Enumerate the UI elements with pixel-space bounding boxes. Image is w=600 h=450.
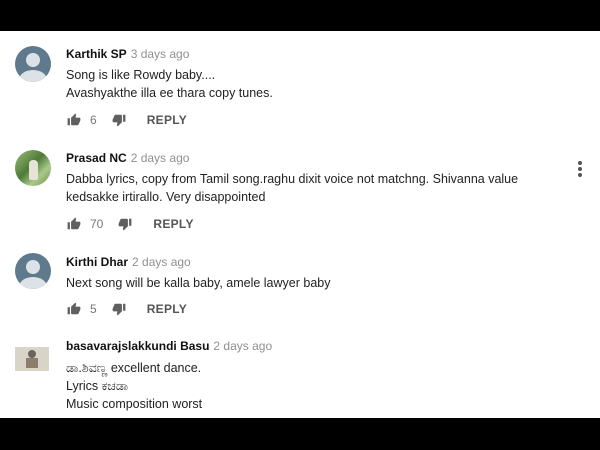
comment-actions: 5 REPLY xyxy=(66,299,187,319)
like-count: 70 xyxy=(90,217,104,231)
comment-header: basavarajslakkundi Basu 2 days ago xyxy=(66,339,272,353)
comment-header: Karthik SP 3 days ago xyxy=(66,47,189,61)
author-name[interactable]: basavarajslakkundi Basu xyxy=(66,339,209,353)
reply-button[interactable]: REPLY xyxy=(153,217,193,231)
avatar-photo-figure xyxy=(29,160,38,180)
comment-line: Avashyakthe illa ee thara copy tunes. xyxy=(66,86,273,100)
timestamp[interactable]: 2 days ago xyxy=(213,339,272,353)
thumbs-down-icon[interactable] xyxy=(117,217,133,231)
avatar-body-shape xyxy=(19,70,47,82)
comment-line: Song is like Rowdy baby.... xyxy=(66,68,216,82)
reply-button[interactable]: REPLY xyxy=(147,302,187,316)
author-name[interactable]: Prasad NC xyxy=(66,151,127,165)
comment-header: Kirthi Dhar 2 days ago xyxy=(66,255,191,269)
like-count: 6 xyxy=(90,113,97,127)
more-vert-icon[interactable] xyxy=(577,161,583,179)
comments-section: Karthik SP 3 days ago Song is like Rowdy … xyxy=(0,31,600,418)
comment-line: Lyrics ಕಚಡಾ xyxy=(66,379,129,393)
top-letterbox-bar xyxy=(0,0,600,31)
thumbs-up-icon[interactable] xyxy=(66,217,82,231)
avatar-head-shape xyxy=(26,260,40,274)
avatar-photo-head xyxy=(28,350,36,358)
timestamp[interactable]: 2 days ago xyxy=(131,151,190,165)
avatar[interactable] xyxy=(15,347,49,371)
avatar-photo-body xyxy=(26,358,38,368)
thumbs-down-icon[interactable] xyxy=(111,113,127,127)
avatar[interactable] xyxy=(15,150,51,186)
like-count: 5 xyxy=(90,302,97,316)
comment-line: Next song will be kalla baby, amele lawy… xyxy=(66,276,331,290)
author-name[interactable]: Karthik SP xyxy=(66,47,127,61)
reply-button[interactable]: REPLY xyxy=(147,113,187,127)
thumbs-down-icon[interactable] xyxy=(111,302,127,316)
avatar-head-shape xyxy=(26,53,40,67)
avatar[interactable] xyxy=(15,46,51,82)
bottom-letterbox-bar xyxy=(0,418,600,450)
comment-text: Next song will be kalla baby, amele lawy… xyxy=(66,274,330,292)
thumbs-up-icon[interactable] xyxy=(66,113,82,127)
comment-actions: 6 REPLY xyxy=(66,110,187,130)
comment-line: Dabba lyrics, copy from Tamil song.raghu… xyxy=(66,172,519,186)
author-name[interactable]: Kirthi Dhar xyxy=(66,255,128,269)
comment-line: Music composition worst xyxy=(66,397,203,411)
comment-line: ಡಾ.ಶಿವಣ್ಣ excellent dance. xyxy=(66,361,202,375)
timestamp[interactable]: 3 days ago xyxy=(131,47,190,61)
comment-text: ಡಾ.ಶಿವಣ್ಣ excellent dance. Lyrics ಕಚಡಾ M… xyxy=(66,359,202,413)
avatar-body-shape xyxy=(19,277,47,289)
timestamp[interactable]: 2 days ago xyxy=(132,255,191,269)
comment-line: kedsakke irtirallo. Very disappointed xyxy=(66,190,266,204)
comment-header: Prasad NC 2 days ago xyxy=(66,151,189,165)
comment-text: Dabba lyrics, copy from Tamil song.raghu… xyxy=(66,170,518,206)
comment-actions: 70 REPLY xyxy=(66,214,194,234)
avatar[interactable] xyxy=(15,253,51,289)
thumbs-up-icon[interactable] xyxy=(66,302,82,316)
comment-text: Song is like Rowdy baby.... Avashyakthe … xyxy=(66,66,273,102)
